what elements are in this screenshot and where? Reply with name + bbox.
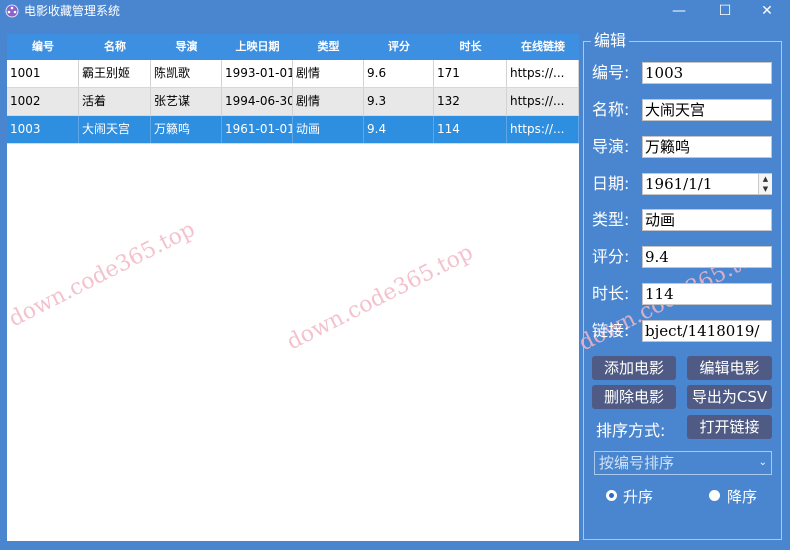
link-field[interactable]: bject/1418019/ (642, 320, 772, 342)
table-cell: 1993-01-01 (222, 60, 293, 87)
table-cell: 霸王别姬 (79, 60, 151, 87)
table-row[interactable]: 1002 活着 张艺谋 1994-06-30 剧情 9.3 132 https:… (7, 88, 579, 116)
table-row-selected[interactable]: 1003 大闹天宫 万籁鸣 1961-01-01 动画 9.4 114 http… (7, 116, 579, 144)
director-field[interactable]: 万籁鸣 (642, 136, 772, 158)
edit-group-title: 编辑 (591, 31, 630, 51)
table-cell: 114 (434, 116, 507, 143)
table-cell: https://... (507, 116, 579, 143)
table-cell: 9.3 (364, 88, 434, 115)
table-cell: 剧情 (293, 60, 364, 87)
window-title: 电影收藏管理系统 (24, 4, 121, 18)
table-cell: https://... (507, 88, 579, 115)
add-movie-button[interactable]: 添加电影 (592, 356, 676, 380)
ascending-radio[interactable] (606, 490, 617, 501)
close-button[interactable]: ✕ (744, 0, 790, 22)
column-header-rating[interactable]: 评分 (364, 34, 434, 60)
table-cell: 陈凯歌 (151, 60, 222, 87)
rating-label: 评分: (592, 247, 630, 266)
column-header-duration[interactable]: 时长 (434, 34, 507, 60)
table-cell: 动画 (293, 116, 364, 143)
column-header-genre[interactable]: 类型 (293, 34, 364, 60)
table-cell: 171 (434, 60, 507, 87)
table-cell: 1001 (7, 60, 79, 87)
sort-combobox[interactable]: 按编号排序 ⌄ (594, 451, 772, 475)
sort-combobox-value: 按编号排序 (599, 454, 675, 472)
table-row[interactable]: 1001 霸王别姬 陈凯歌 1993-01-01 剧情 9.6 171 http… (7, 60, 579, 88)
delete-movie-button[interactable]: 删除电影 (592, 385, 676, 409)
table-cell: 大闹天宫 (79, 116, 151, 143)
export-csv-button[interactable]: 导出为CSV (687, 385, 772, 409)
column-header-director[interactable]: 导演 (151, 34, 222, 60)
duration-label: 时长: (592, 284, 630, 303)
table-cell: 张艺谋 (151, 88, 222, 115)
table-cell: 剧情 (293, 88, 364, 115)
date-spinner[interactable]: ▲ ▼ (758, 174, 772, 194)
minimize-button[interactable]: — (656, 0, 702, 22)
date-field[interactable]: 1961/1/1 (642, 173, 772, 195)
column-header-release-date[interactable]: 上映日期 (222, 34, 293, 60)
chevron-down-icon[interactable]: ⌄ (759, 452, 767, 474)
table-cell: 万籁鸣 (151, 116, 222, 143)
column-header-id[interactable]: 编号 (7, 34, 79, 60)
table-cell: 1003 (7, 116, 79, 143)
spin-up-icon[interactable]: ▲ (759, 174, 772, 184)
table-cell: 1002 (7, 88, 79, 115)
open-link-button[interactable]: 打开链接 (687, 415, 772, 439)
edit-movie-button[interactable]: 编辑电影 (687, 356, 772, 380)
table-cell: 活着 (79, 88, 151, 115)
table-cell: 9.6 (364, 60, 434, 87)
table-cell: 1961-01-01 (222, 116, 293, 143)
id-field[interactable]: 1003 (642, 62, 772, 84)
descending-radio[interactable] (709, 490, 720, 501)
link-label: 链接: (592, 321, 630, 340)
sort-label: 排序方式: (596, 421, 666, 440)
column-header-name[interactable]: 名称 (79, 34, 151, 60)
genre-label: 类型: (592, 210, 630, 229)
id-label: 编号: (592, 63, 630, 82)
spin-down-icon[interactable]: ▼ (759, 184, 772, 194)
rating-field[interactable]: 9.4 (642, 246, 772, 268)
table-header: 编号 名称 导演 上映日期 类型 评分 时长 在线链接 (7, 34, 579, 60)
ascending-radio-label[interactable]: 升序 (623, 488, 653, 506)
name-label: 名称: (592, 100, 630, 119)
genre-field[interactable]: 动画 (642, 209, 772, 231)
table-cell: 1994-06-30 (222, 88, 293, 115)
column-header-link[interactable]: 在线链接 (507, 34, 579, 60)
table-cell: 9.4 (364, 116, 434, 143)
date-label: 日期: (592, 174, 630, 193)
app-icon (5, 4, 19, 18)
maximize-button[interactable]: ☐ (702, 0, 748, 22)
director-label: 导演: (592, 137, 630, 156)
table-cell: 132 (434, 88, 507, 115)
name-field[interactable]: 大闹天宫 (642, 99, 772, 121)
table-cell: https://... (507, 60, 579, 87)
descending-radio-label[interactable]: 降序 (727, 488, 757, 506)
title-bar: 电影收藏管理系统 — ☐ ✕ (0, 0, 790, 22)
duration-field[interactable]: 114 (642, 283, 772, 305)
